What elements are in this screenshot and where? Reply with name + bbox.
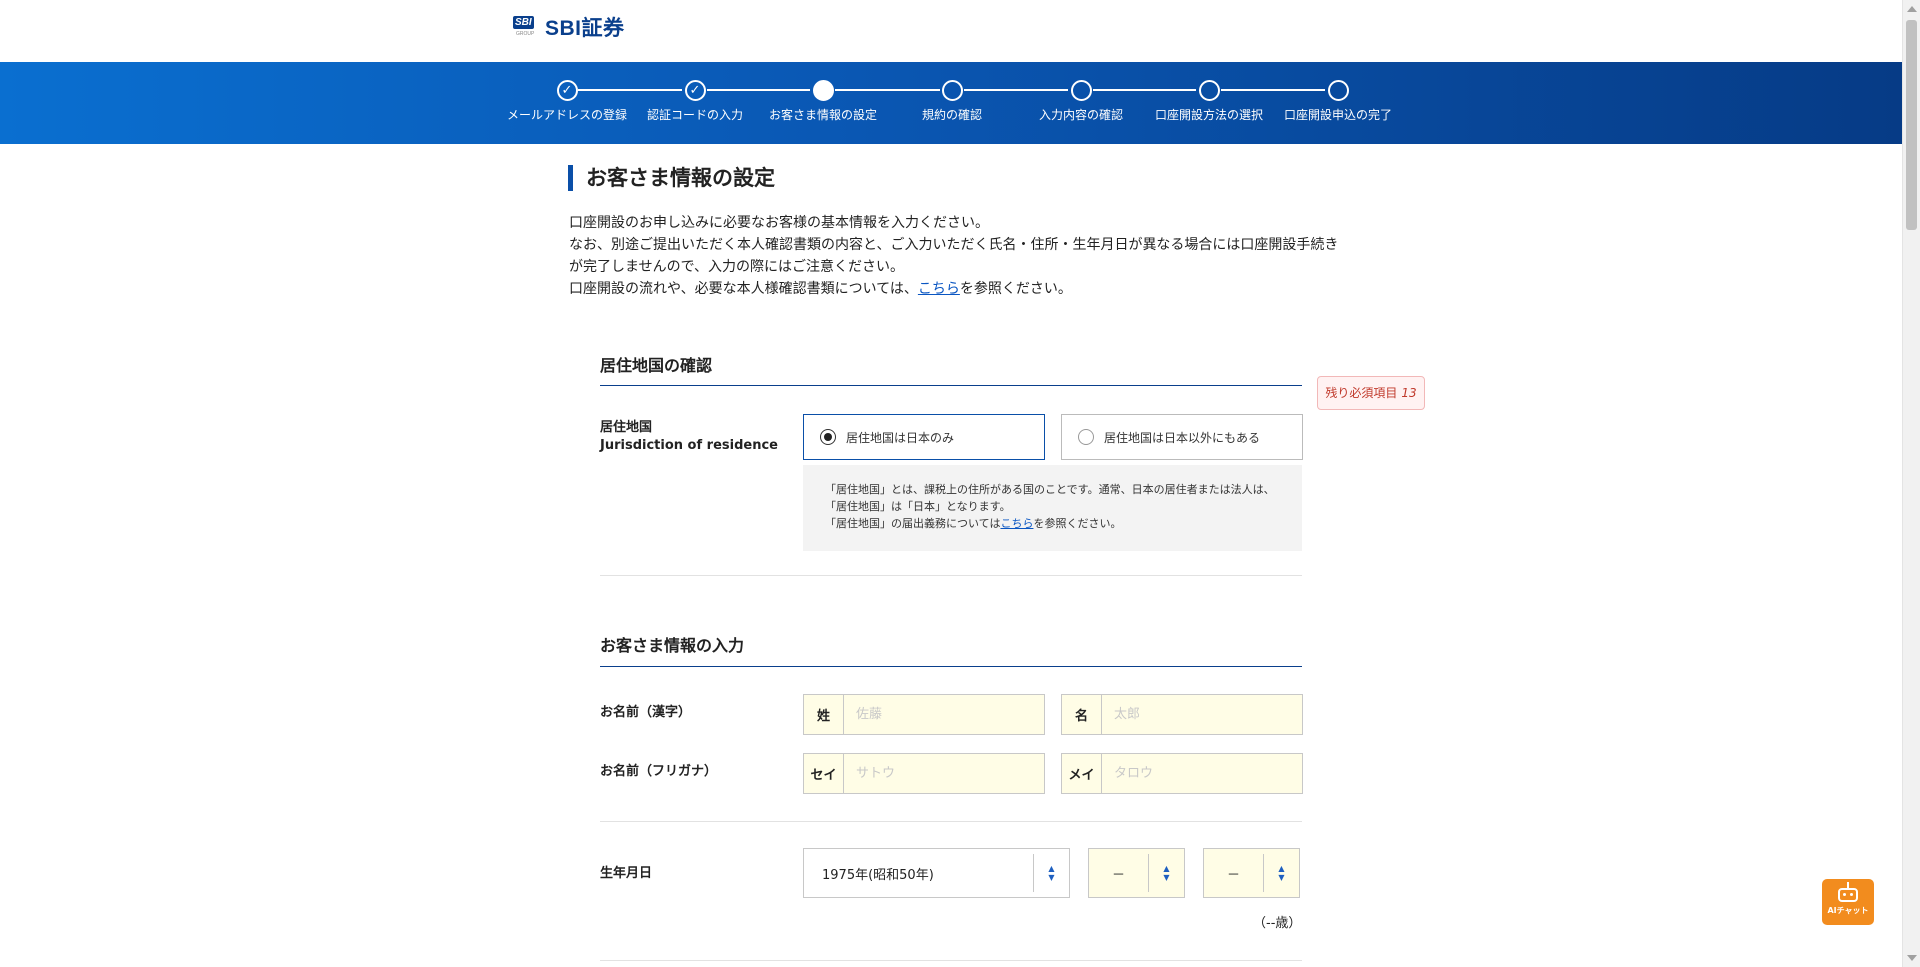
ai-chat-label: AIチャット <box>1827 906 1869 915</box>
logo-text: SBI証券 <box>545 17 625 40</box>
mei-kana-input[interactable] <box>1102 754 1302 793</box>
scroll-down-arrow-icon[interactable] <box>1907 955 1917 961</box>
birth-year-select[interactable]: 1975年(昭和50年) ▲ ▼ <box>803 848 1070 898</box>
sei-kanji-input[interactable] <box>844 695 1044 734</box>
sei-kanji-field[interactable]: 姓 <box>803 694 1045 735</box>
residence-other-option[interactable]: 居住地国は日本以外にもある <box>1061 414 1303 460</box>
site-header: SBI GROUP SBI証券 <box>0 0 1902 62</box>
step-customer-info: お客さま情報の設定 <box>753 80 893 123</box>
step-pending-icon <box>1327 80 1349 101</box>
step-label: メールアドレスの登録 <box>506 108 627 122</box>
name-kanji-label: お名前（漢字） <box>600 705 692 720</box>
step-method: 口座開設方法の選択 <box>1139 80 1279 123</box>
select-arrows-icon: ▲ ▼ <box>1033 854 1069 892</box>
note-line: 「居住地国」とは、課税上の住所がある国のことです。通常、日本の居住者または法人は… <box>825 483 1275 496</box>
section-divider <box>600 666 1302 667</box>
step-done-check-icon <box>556 80 578 101</box>
note-line: 「居住地国」の届出義務についてはこちらを参照ください。 <box>825 515 1280 532</box>
age-display: （--歳） <box>1253 916 1302 931</box>
scroll-up-arrow-icon[interactable] <box>1907 6 1917 12</box>
scroll-thumb[interactable] <box>1906 20 1917 230</box>
mei-kana-field[interactable]: メイ <box>1061 753 1303 794</box>
radio-unselected-icon[interactable] <box>1078 429 1094 445</box>
select-arrows-icon: ▲ ▼ <box>1263 854 1299 892</box>
field-divider <box>600 575 1302 576</box>
intro-line: 口座開設のお申し込みに必要なお客様の基本情報を入力ください。 <box>569 215 989 231</box>
sbi-logo[interactable]: SBI GROUP SBI証券 <box>513 12 625 42</box>
birth-day-select[interactable]: － ▲ ▼ <box>1203 848 1300 898</box>
step-label: 認証コードの入力 <box>646 108 743 122</box>
ai-chat-button[interactable]: AIチャット <box>1822 879 1874 925</box>
step-email-registration: メールアドレスの登録 <box>497 80 637 123</box>
note-line: 「居住地国」は「日本」となります。 <box>825 500 1011 513</box>
section-divider <box>600 385 1302 386</box>
intro-line: 口座開設の流れや、必要な本人様確認書類については、こちらを参照ください。 <box>569 278 1349 300</box>
page-scrollbar[interactable] <box>1902 0 1920 967</box>
residence-note: 「居住地国」とは、課税上の住所がある国のことです。通常、日本の居住者または法人は… <box>803 465 1302 551</box>
birth-year-value: 1975年(昭和50年) <box>822 867 934 883</box>
step-pending-icon <box>1198 80 1220 101</box>
logo-group-text: GROUP <box>516 31 535 37</box>
birth-month-value: － <box>1111 867 1125 883</box>
step-done-check-icon <box>684 80 706 101</box>
sei-kana-prefix: セイ <box>804 754 844 793</box>
remaining-required-badge: 残り必須項目 13 <box>1317 376 1425 410</box>
residence-label-en: Jurisdiction of residence <box>600 438 778 453</box>
birth-date-label: 生年月日 <box>600 866 653 881</box>
step-label: 入力内容の確認 <box>1038 108 1123 122</box>
residence-field-label: 居住地国 Jurisdiction of residence <box>600 419 778 455</box>
birth-month-select[interactable]: － ▲ ▼ <box>1088 848 1185 898</box>
step-complete: 口座開設申込の完了 <box>1268 80 1408 123</box>
step-auth-code: 認証コードの入力 <box>625 80 765 123</box>
mei-kana-prefix: メイ <box>1062 754 1102 793</box>
mei-kanji-input[interactable] <box>1102 695 1302 734</box>
intro-line: なお、別途ご提出いただく本人確認書類の内容と、ご入力いただく氏名・住所・生年月日… <box>569 237 1339 275</box>
step-label: 口座開設方法の選択 <box>1154 108 1263 122</box>
field-divider <box>600 960 1302 961</box>
step-terms: 規約の確認 <box>882 80 1022 123</box>
logo-badge: SBI <box>513 16 534 29</box>
note-text-segment: を参照ください。 <box>1033 517 1122 530</box>
sbi-logo-mark: SBI GROUP <box>513 14 539 40</box>
residence-japan-only-option[interactable]: 居住地国は日本のみ <box>803 414 1045 460</box>
sei-kana-field[interactable]: セイ <box>803 753 1045 794</box>
residence-section-title: 居住地国の確認 <box>600 356 713 375</box>
robot-icon <box>1838 882 1858 902</box>
step-label: 口座開設申込の完了 <box>1283 108 1392 122</box>
radio-selected-icon[interactable] <box>820 429 836 445</box>
intro-text-segment: を参照ください。 <box>959 281 1072 297</box>
note-text-segment: 「居住地国」の届出義務については <box>825 517 1001 530</box>
sei-prefix: 姓 <box>804 695 844 734</box>
page-title: お客さま情報の設定 <box>568 165 775 191</box>
intro-text: 口座開設のお申し込みに必要なお客様の基本情報を入力ください。 なお、別途ご提出い… <box>569 212 1349 300</box>
radio-label: 居住地国は日本のみ <box>846 430 955 445</box>
remaining-label: 残り必須項目 <box>1325 386 1398 400</box>
mei-kanji-field[interactable]: 名 <box>1061 694 1303 735</box>
step-pending-icon <box>941 80 963 101</box>
intro-text-segment: 口座開設の流れや、必要な本人様確認書類については、 <box>569 281 918 297</box>
sei-kana-input[interactable] <box>844 754 1044 793</box>
field-divider <box>600 821 1302 822</box>
step-label: お客さま情報の設定 <box>768 108 877 122</box>
birth-day-value: － <box>1226 867 1240 883</box>
step-confirm: 入力内容の確認 <box>1011 80 1151 123</box>
customer-section-title: お客さま情報の入力 <box>600 636 745 655</box>
step-label: 規約の確認 <box>921 108 982 122</box>
residence-duty-link[interactable]: こちら <box>1000 517 1033 530</box>
step-current-icon <box>812 80 834 101</box>
radio-label: 居住地国は日本以外にもある <box>1104 430 1261 445</box>
mei-prefix: 名 <box>1062 695 1102 734</box>
remaining-count: 13 <box>1401 386 1417 400</box>
account-flow-link[interactable]: こちら <box>918 281 960 297</box>
name-kana-label: お名前（フリガナ） <box>600 764 718 779</box>
select-arrows-icon: ▲ ▼ <box>1148 854 1184 892</box>
step-pending-icon <box>1070 80 1092 101</box>
residence-label-ja: 居住地国 <box>600 420 653 435</box>
